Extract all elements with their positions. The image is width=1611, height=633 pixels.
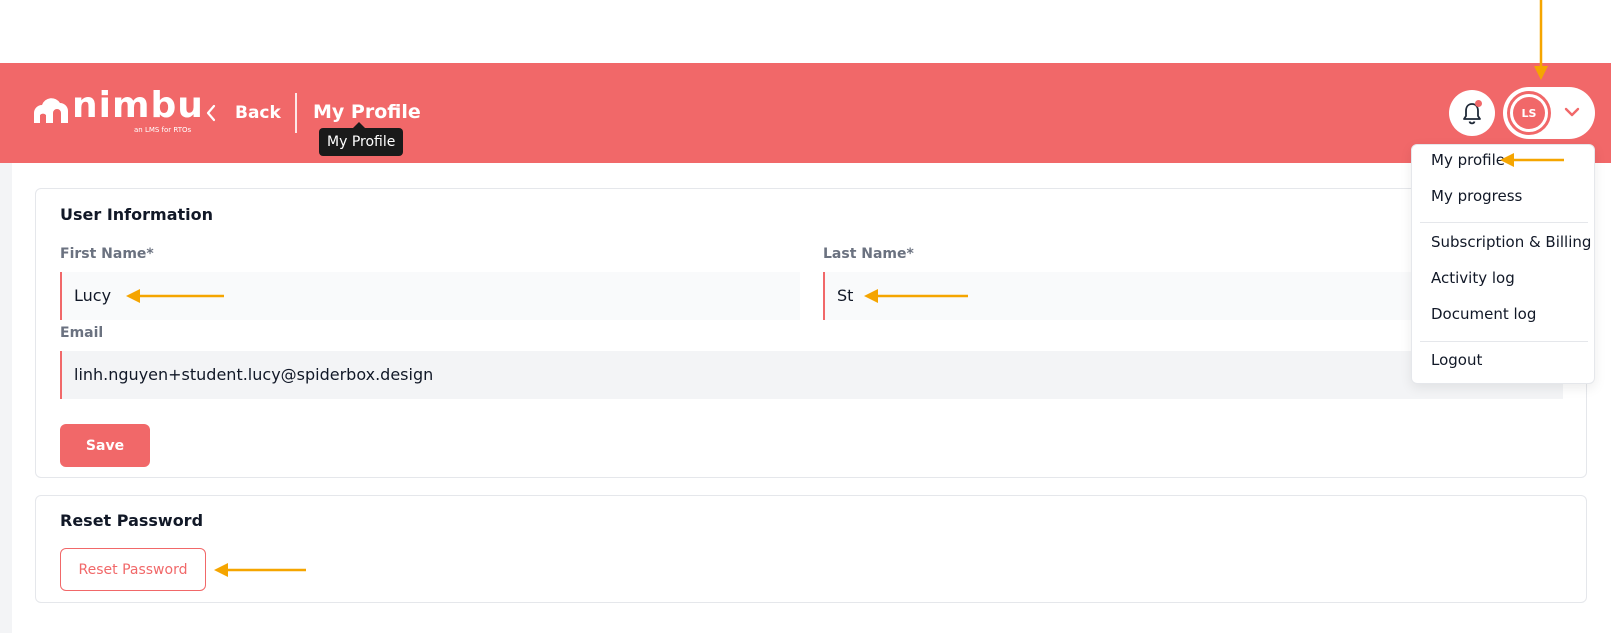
logo-wordmark: nimbu [72, 85, 204, 126]
menu-divider [1420, 341, 1588, 342]
menu-item-my-profile[interactable]: My profile [1431, 151, 1505, 169]
user-dropdown-menu: My profile My progress Subscription & Bi… [1411, 144, 1595, 384]
menu-divider [1420, 222, 1588, 223]
avatar-ring: LS [1507, 91, 1551, 135]
page-title-tooltip: My Profile [319, 122, 404, 156]
annotation-arrow-icon [214, 563, 306, 577]
logo-tagline: an LMS for RTOs [134, 126, 192, 134]
reset-password-card: Reset Password Reset Password [35, 495, 1587, 603]
nimbu-logo[interactable]: nimbu an LMS for RTOs [28, 85, 203, 137]
notification-badge [1475, 100, 1482, 107]
annotation-arrow-icon [1500, 153, 1564, 167]
user-menu-toggle[interactable]: LS [1503, 87, 1595, 139]
page-title: My Profile [313, 101, 421, 123]
avatar: LS [1513, 97, 1545, 129]
last-name-label: Last Name* [823, 246, 914, 262]
header-divider [295, 93, 297, 133]
reset-password-title: Reset Password [60, 511, 204, 530]
annotation-arrow-icon [126, 289, 224, 303]
annotation-arrow-icon [864, 289, 968, 303]
chevron-down-icon [1564, 107, 1580, 117]
annotation-arrow-icon [1534, 0, 1548, 80]
back-label: Back [235, 103, 281, 123]
menu-item-subscription-billing[interactable]: Subscription & Billing [1431, 233, 1591, 251]
email-label: Email [60, 325, 104, 341]
notifications-button[interactable] [1449, 90, 1495, 136]
first-name-label: First Name* [60, 246, 154, 262]
back-button[interactable]: Back [205, 97, 281, 129]
reset-password-button[interactable]: Reset Password [60, 548, 206, 591]
save-button[interactable]: Save [60, 424, 150, 467]
menu-item-my-progress[interactable]: My progress [1431, 187, 1522, 205]
chevron-left-icon [206, 104, 216, 122]
cloud-logo-icon [34, 98, 68, 123]
user-information-card: User Information First Name* Lucy Last N… [35, 188, 1587, 478]
menu-item-document-log[interactable]: Document log [1431, 305, 1536, 323]
left-sidebar-edge [0, 163, 12, 633]
user-information-title: User Information [60, 205, 213, 224]
menu-item-logout[interactable]: Logout [1431, 351, 1482, 369]
menu-item-activity-log[interactable]: Activity log [1431, 269, 1515, 287]
email-field[interactable]: linh.nguyen+student.lucy@spiderbox.desig… [60, 351, 1563, 399]
page: nimbu an LMS for RTOs Back My Profile My… [0, 0, 1611, 633]
